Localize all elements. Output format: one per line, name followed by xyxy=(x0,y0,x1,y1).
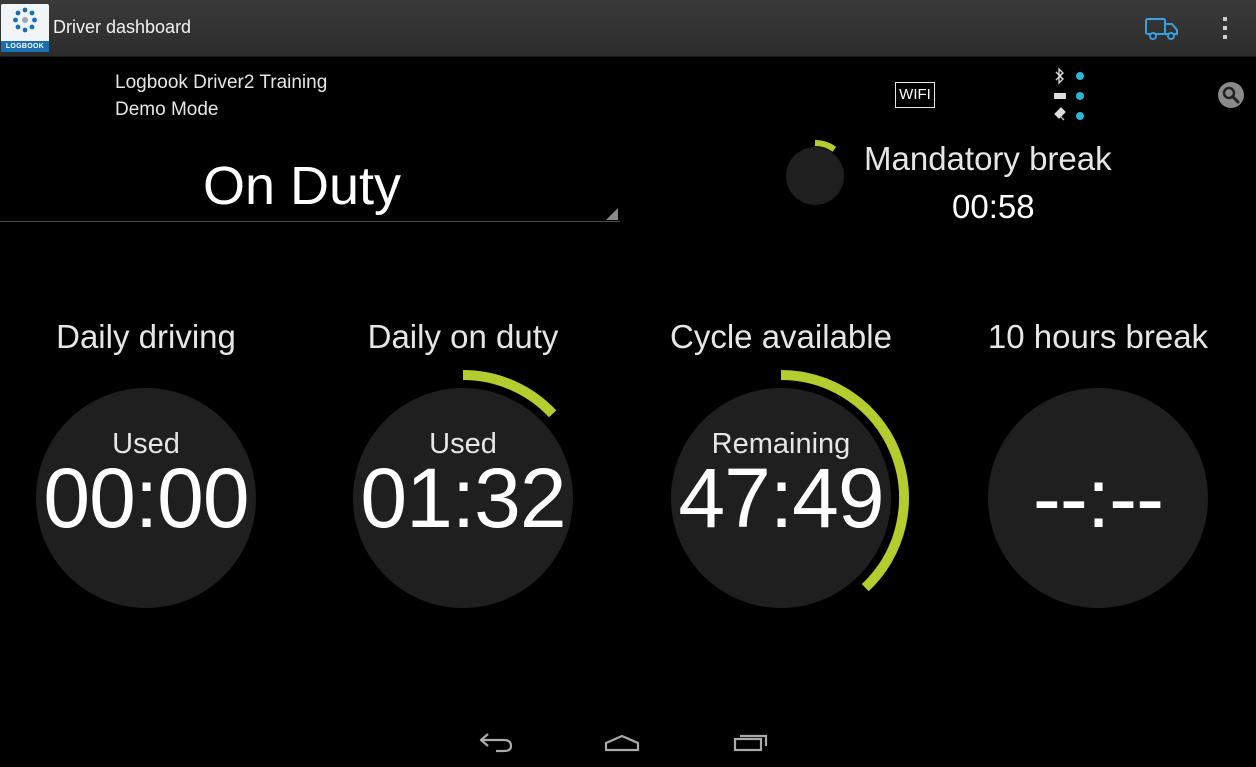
mandatory-break-label: Mandatory break xyxy=(864,140,1112,177)
gauge-title: 10 hours break xyxy=(987,318,1209,355)
gauge-cycle-available[interactable]: Cycle available Remaining 47:49 xyxy=(631,318,931,618)
logbook-logo-icon xyxy=(13,7,37,33)
duty-status: On Duty xyxy=(202,156,402,216)
bluetooth-icon xyxy=(1055,67,1064,85)
gauge-value: 01:32 xyxy=(360,451,566,545)
gauge-value: 47:49 xyxy=(678,451,884,545)
wifi-indicator: WIFI xyxy=(895,82,935,108)
engine-status-dot xyxy=(1076,92,1084,100)
logo-text: LOGBOOK xyxy=(1,41,49,52)
app-title: Driver dashboard xyxy=(53,17,192,37)
gauge-daily-on-duty[interactable]: Daily on duty Used 01:32 xyxy=(313,318,613,618)
bluetooth-status-dot xyxy=(1076,72,1084,80)
mandatory-break-ring xyxy=(786,140,844,205)
satellite-icon xyxy=(1054,107,1066,121)
app-logo[interactable]: LOGBOOK xyxy=(1,4,49,52)
gauge-value: --:-- xyxy=(1032,451,1164,545)
gps-status-dot xyxy=(1076,112,1084,120)
recent-apps-icon[interactable] xyxy=(732,730,772,754)
mandatory-break-time: 00:58 xyxy=(952,188,1035,225)
overflow-menu-icon[interactable] xyxy=(1220,15,1230,41)
duty-status-spinner[interactable]: On Duty xyxy=(0,145,620,222)
driver-name: Logbook Driver2 Training xyxy=(115,72,328,93)
gauge-10-hours-break[interactable]: 10 hours break --:-- xyxy=(948,318,1248,618)
gauge-value: 00:00 xyxy=(43,451,249,545)
gauge-title: Daily on duty xyxy=(367,318,559,355)
gauge-title: Cycle available xyxy=(670,318,892,355)
gauge-daily-driving[interactable]: Daily driving Used 00:00 xyxy=(0,318,296,618)
spinner-arrow-icon xyxy=(606,208,618,220)
engine-icon xyxy=(1054,93,1066,99)
gauge-title: Daily driving xyxy=(56,318,236,355)
action-bar: LOGBOOK Driver dashboard xyxy=(0,0,1256,57)
connection-status-icons xyxy=(1054,67,1084,121)
search-icon[interactable] xyxy=(1217,81,1245,109)
system-nav-bar xyxy=(0,718,1256,767)
back-icon[interactable] xyxy=(476,730,516,754)
mode-label: Demo Mode xyxy=(115,99,219,120)
home-icon[interactable] xyxy=(603,730,643,754)
truck-icon[interactable] xyxy=(1144,16,1180,42)
